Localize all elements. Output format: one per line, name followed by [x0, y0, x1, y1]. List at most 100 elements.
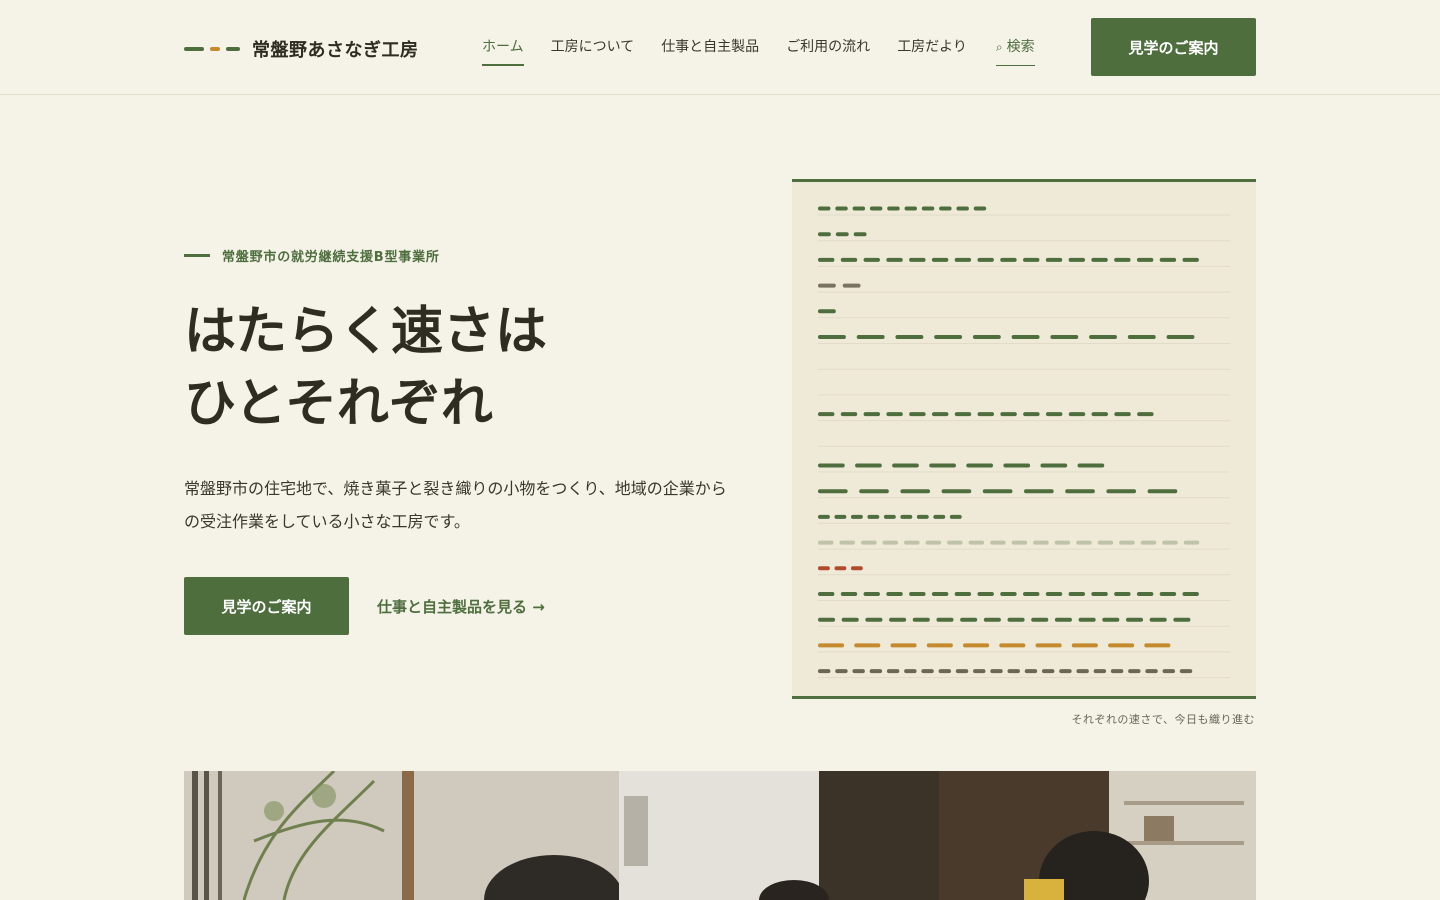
- weave-stitch: [869, 206, 883, 211]
- weave-stitch: [1033, 540, 1049, 545]
- weave-stitch: [1024, 489, 1054, 494]
- weave-stitch: [1091, 412, 1108, 417]
- weave-stitch: [853, 232, 867, 237]
- nav-item-news[interactable]: 工房だより: [897, 36, 967, 66]
- weave-stitch: [1035, 643, 1062, 648]
- weave-stitch: [936, 617, 954, 622]
- search-link[interactable]: ⌕ 検索: [995, 36, 1035, 66]
- weave-stitch: [1182, 592, 1199, 596]
- weave-stitch: [1023, 592, 1040, 596]
- weave-row: [818, 335, 1230, 344]
- weave-stitch: [1045, 412, 1063, 417]
- weave-stitch: [889, 617, 907, 622]
- weave-stitch: [886, 257, 903, 262]
- search-label: 検索: [1006, 39, 1035, 55]
- weave-stitch: [1045, 257, 1063, 262]
- weave-stitch: [867, 514, 880, 519]
- weave-stitch: [1114, 412, 1131, 417]
- weave-stitch: [938, 669, 952, 674]
- weave-stitch: [1054, 540, 1071, 545]
- weave-stitch: [1159, 592, 1177, 596]
- weave-stitch: [1106, 489, 1137, 494]
- weave-stitch: [983, 617, 1001, 622]
- weave-stitch: [835, 669, 848, 674]
- weave-stitch: [963, 643, 990, 648]
- weave-row: [818, 514, 1230, 524]
- weave-stitch: [840, 257, 858, 262]
- weave-stitch: [933, 514, 946, 519]
- weave-stitch: [955, 669, 969, 674]
- weave-stitch: [977, 592, 994, 596]
- weave-stitch: [941, 489, 972, 494]
- weave-stitch: [1045, 592, 1063, 596]
- weave-stitch: [904, 540, 920, 545]
- weave-stitch: [1182, 257, 1199, 262]
- weave-stitch: [973, 206, 987, 211]
- weave-stitch: [1179, 669, 1193, 674]
- weave-stitch: [882, 540, 899, 545]
- weave-stitch: [883, 514, 896, 519]
- weave-stitch: [1068, 257, 1085, 262]
- weave-stitch: [954, 412, 972, 417]
- hero-products-link[interactable]: 仕事と自主製品を見る →: [377, 596, 545, 617]
- weave-stitch: [960, 617, 978, 622]
- weave-stitch: [850, 566, 863, 571]
- weave-stitch: [842, 283, 861, 288]
- weave-illustration: [792, 179, 1256, 699]
- weave-stitch: [968, 540, 985, 545]
- weave-stitch: [1011, 335, 1040, 339]
- weave-stitch: [1076, 669, 1089, 674]
- weave-stitch: [818, 335, 846, 339]
- weave-stitch: [1136, 257, 1154, 262]
- weave-stitch: [1173, 617, 1191, 622]
- weave-stitch: [1011, 540, 1028, 545]
- weave-stitch: [861, 540, 877, 545]
- weave-stitch: [1000, 412, 1017, 417]
- weave-stitch: [1031, 617, 1049, 622]
- weave-stitch: [939, 206, 952, 211]
- hero-description: 常盤野市の住宅地で、焼き菓子と裂き織りの小物をつくり、地域の企業からの受注作業を…: [184, 479, 727, 531]
- weave-stitch: [956, 206, 969, 211]
- weave-stitch: [863, 412, 881, 417]
- weave-stitch: [886, 592, 903, 596]
- weave-stitch: [1071, 643, 1098, 648]
- weave-row: [818, 669, 1230, 679]
- nav-item-home[interactable]: ホーム: [482, 36, 524, 66]
- search-icon: ⌕: [995, 40, 1003, 54]
- weave-stitch: [909, 412, 926, 417]
- weave-stitch: [999, 643, 1026, 648]
- weave-stitch: [818, 566, 830, 571]
- site-name: 常盤野あさなぎ工房: [252, 40, 419, 61]
- weave-stitch: [900, 489, 931, 494]
- weave-stitch: [840, 412, 858, 417]
- weave-stitch: [854, 643, 881, 648]
- weave-stitch: [972, 335, 1001, 339]
- site-logo[interactable]: 常盤野あさなぎ工房: [184, 36, 419, 62]
- weave-stitch: [835, 206, 848, 211]
- weave-stitch: [852, 206, 866, 211]
- weave-stitch: [1091, 257, 1108, 262]
- weave-stitch: [1114, 592, 1131, 596]
- weave-stitch: [1125, 617, 1144, 622]
- weave-stitch: [850, 514, 863, 519]
- hero-visit-button[interactable]: 見学のご案内: [184, 577, 349, 635]
- weave-stitch: [947, 540, 963, 545]
- weave-stitch: [855, 463, 882, 468]
- weave-row: [818, 617, 1230, 627]
- weave-stitch: [931, 592, 949, 596]
- weave-stitch: [1183, 540, 1200, 545]
- nav-item-usage-flow[interactable]: ご利用の流れ: [786, 36, 870, 66]
- weave-stitch: [1127, 335, 1156, 339]
- nav-item-work-products[interactable]: 仕事と自主製品: [661, 36, 759, 66]
- weave-stitch: [1136, 592, 1154, 596]
- weave-row: [818, 463, 1230, 473]
- logo-mark-icon: [184, 47, 240, 51]
- weave-stitch: [1050, 335, 1079, 339]
- weave-stitch: [818, 283, 836, 288]
- weave-stitch: [1114, 257, 1131, 262]
- header-visit-button[interactable]: 見学のご案内: [1091, 18, 1256, 76]
- weave-stitch: [1149, 617, 1167, 622]
- hero-title-line-1: はたらく速さは: [184, 302, 547, 362]
- nav-item-about[interactable]: 工房について: [551, 36, 635, 66]
- weave-stitch: [1040, 463, 1068, 468]
